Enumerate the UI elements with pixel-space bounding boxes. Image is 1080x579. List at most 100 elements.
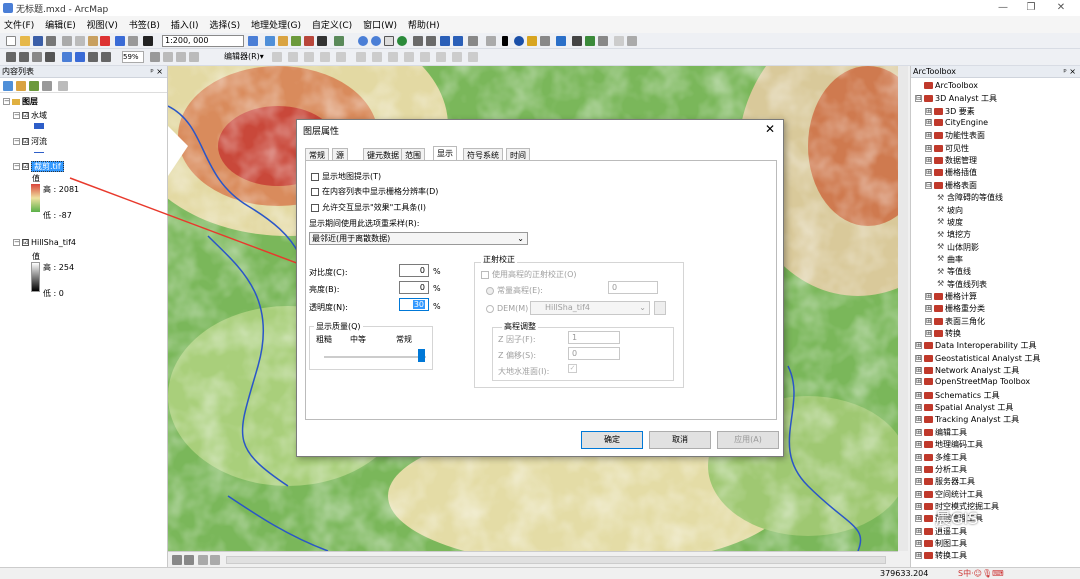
checkbox[interactable] [311, 187, 319, 196]
expand-icon[interactable]: ⊞ [915, 515, 922, 523]
toolbox-item[interactable]: ⊟ 3D Analyst 工具 [915, 93, 997, 104]
dem-option[interactable]: DEM(M) [486, 304, 528, 313]
toolbox-item[interactable]: ⊞ OpenStreetMap Toolbox [915, 377, 1030, 386]
expand-icon[interactable]: ⊞ [915, 391, 922, 399]
expand-icon[interactable]: ⊞ [925, 169, 932, 177]
show-resolution-option[interactable]: 在内容列表中显示栅格分辨率(D) [311, 186, 438, 197]
show-map-tips-option[interactable]: 显示地图提示(T) [311, 171, 381, 182]
brightness-input[interactable]: 0 [399, 281, 429, 294]
expand-icon[interactable]: ⊞ [915, 378, 922, 386]
toolbox-item[interactable]: ⊞ Schematics 工具 [915, 390, 1000, 401]
toolbox-tool[interactable]: ⚒ 含障碍的等值线 [937, 192, 1003, 203]
toolbox-item[interactable]: ⊞ Geostatistical Analyst 工具 [915, 353, 1040, 364]
expand-icon[interactable]: ⊞ [915, 527, 922, 535]
browse-dem-button[interactable] [654, 301, 666, 315]
expand-icon[interactable]: ⊞ [915, 441, 922, 449]
toolbox-item[interactable]: ⊞ 栅格计算 [925, 291, 977, 302]
expand-icon[interactable]: ⊞ [915, 453, 922, 461]
expand-icon[interactable]: ⊞ [925, 317, 932, 325]
expand-icon[interactable]: ⊞ [915, 404, 922, 412]
toolbox-item[interactable]: ⊞ 分析工具 [915, 464, 967, 475]
tab-display[interactable]: 显示 [433, 146, 457, 161]
expand-icon[interactable]: ⊞ [915, 428, 922, 436]
expand-icon[interactable]: ⊞ [915, 478, 922, 486]
dialog-close-button[interactable]: ✕ [765, 122, 775, 136]
transparency-input[interactable]: 30 [399, 298, 429, 311]
z-offset-input[interactable]: 0 [568, 347, 620, 360]
radio[interactable] [486, 304, 494, 313]
horizontal-scrollbar[interactable] [226, 556, 886, 564]
expand-icon[interactable]: ⊞ [925, 292, 932, 300]
toolbox-item[interactable]: ⊞ 转换 [925, 328, 961, 339]
toolbox-item[interactable]: ⊞ Data Interoperability 工具 [915, 340, 1037, 351]
toolbox-item[interactable]: ⊞ 服务器工具 [915, 476, 975, 487]
constant-elevation-input[interactable]: 0 [608, 281, 658, 294]
pause-drawing-icon[interactable] [210, 555, 220, 565]
toolbox-item[interactable]: ⊟ 栅格表面 [925, 180, 977, 191]
expand-icon[interactable]: ⊞ [915, 416, 922, 424]
apply-button[interactable]: 应用(A) [717, 431, 779, 449]
toolbox-pin-close[interactable]: ᵖ × [1063, 66, 1076, 78]
expand-icon[interactable]: ⊞ [915, 490, 922, 498]
data-view-icon[interactable] [172, 555, 182, 565]
toolbox-item[interactable]: ⊞ 栅格重分类 [925, 303, 985, 314]
contrast-input[interactable]: 0 [399, 264, 429, 277]
expand-icon[interactable]: ⊞ [915, 342, 922, 350]
expand-icon[interactable]: ⊞ [925, 330, 932, 337]
toolbox-item[interactable]: ⊞ 可见性 [925, 143, 969, 154]
refresh-icon[interactable] [198, 555, 208, 565]
toolbox-item[interactable]: ⊞ 制图工具 [915, 538, 967, 549]
resample-select[interactable]: 最邻近(用于离散数据) ⌄ [309, 232, 528, 245]
ime-toolbar-icon[interactable]: S中·☺🎙⌨ [958, 568, 1004, 579]
expand-icon[interactable]: ⊞ [915, 367, 922, 375]
expand-icon[interactable]: ⊞ [915, 539, 922, 547]
expand-icon[interactable]: ⊞ [925, 107, 932, 115]
toolbox-tool[interactable]: ⚒ 坡向 [937, 205, 963, 216]
expand-icon[interactable]: ⊞ [915, 552, 922, 560]
checkbox[interactable] [481, 270, 489, 279]
constant-elevation-option[interactable]: 常量高程(E): [486, 285, 543, 296]
toolbox-tool[interactable]: ⚒ 等值线 [937, 266, 971, 277]
toolbox-item[interactable]: ⊞ 转换工具 [915, 550, 967, 561]
toolbox-item[interactable]: ⊞ Network Analyst 工具 [915, 365, 1019, 376]
expand-icon[interactable]: ⊞ [915, 465, 922, 473]
toolbox-item[interactable]: ⊞ 功能性表面 [925, 130, 985, 141]
expand-icon[interactable]: ⊞ [915, 354, 922, 362]
quality-slider-handle[interactable] [418, 349, 425, 362]
toolbox-item[interactable]: ⊞ 空间统计工具 [915, 489, 983, 500]
expand-icon[interactable]: ⊞ [925, 305, 932, 313]
expand-icon[interactable]: ⊞ [925, 119, 932, 127]
expand-icon[interactable]: ⊞ [925, 132, 932, 140]
expand-icon[interactable]: ⊞ [925, 144, 932, 152]
toolbox-tool[interactable]: ⚒ 等值线列表 [937, 279, 987, 290]
toolbox-item[interactable]: ⊞ 多维工具 [915, 452, 967, 463]
toolbox-item[interactable]: ⊞ 栅格插值 [925, 167, 977, 178]
collapse-icon[interactable]: ⊟ [915, 95, 922, 103]
toolbox-item[interactable]: ArcToolbox [915, 81, 978, 90]
allow-effects-option[interactable]: 允许交互显示"效果"工具条(I) [311, 202, 426, 213]
checkbox[interactable] [311, 172, 319, 181]
toolbox-item[interactable]: ⊞ 数据管理 [925, 155, 977, 166]
toolbox-tool[interactable]: ⚒ 填挖方 [937, 229, 971, 240]
z-factor-input[interactable]: 1 [568, 331, 620, 344]
quality-slider-track[interactable] [324, 356, 426, 358]
toolbox-item[interactable]: ⊞ 3D 要素 [925, 106, 975, 117]
dem-select[interactable]: HillSha_tif4 ⌄ [530, 301, 650, 315]
toolbox-tool[interactable]: ⚒ 坡度 [937, 217, 963, 228]
cancel-button[interactable]: 取消 [649, 431, 711, 449]
radio[interactable] [486, 286, 494, 295]
toolbox-item[interactable]: ⊞ 地理编码工具 [915, 439, 983, 450]
toolbox-item[interactable]: ⊞ CityEngine [925, 118, 988, 127]
expand-icon[interactable]: ⊞ [925, 157, 932, 165]
checkbox[interactable] [311, 203, 319, 212]
geoid-checkbox[interactable]: ✓ [568, 364, 577, 373]
collapse-icon[interactable]: ⊟ [925, 181, 932, 189]
toolbox-item[interactable]: ⊞ Spatial Analyst 工具 [915, 402, 1013, 413]
expand-icon[interactable]: ⊞ [915, 502, 922, 510]
toolbox-item[interactable]: ⊞ 编辑工具 [915, 427, 967, 438]
layout-view-icon[interactable] [184, 555, 194, 565]
toolbox-item[interactable]: ⊞ 表面三角化 [925, 316, 985, 327]
use-elevation-option[interactable]: 使用高程的正射校正(O) [481, 269, 577, 280]
toolbox-tool[interactable]: ⚒ 曲率 [937, 254, 963, 265]
toolbox-tool[interactable]: ⚒ 山体阴影 [937, 242, 979, 253]
